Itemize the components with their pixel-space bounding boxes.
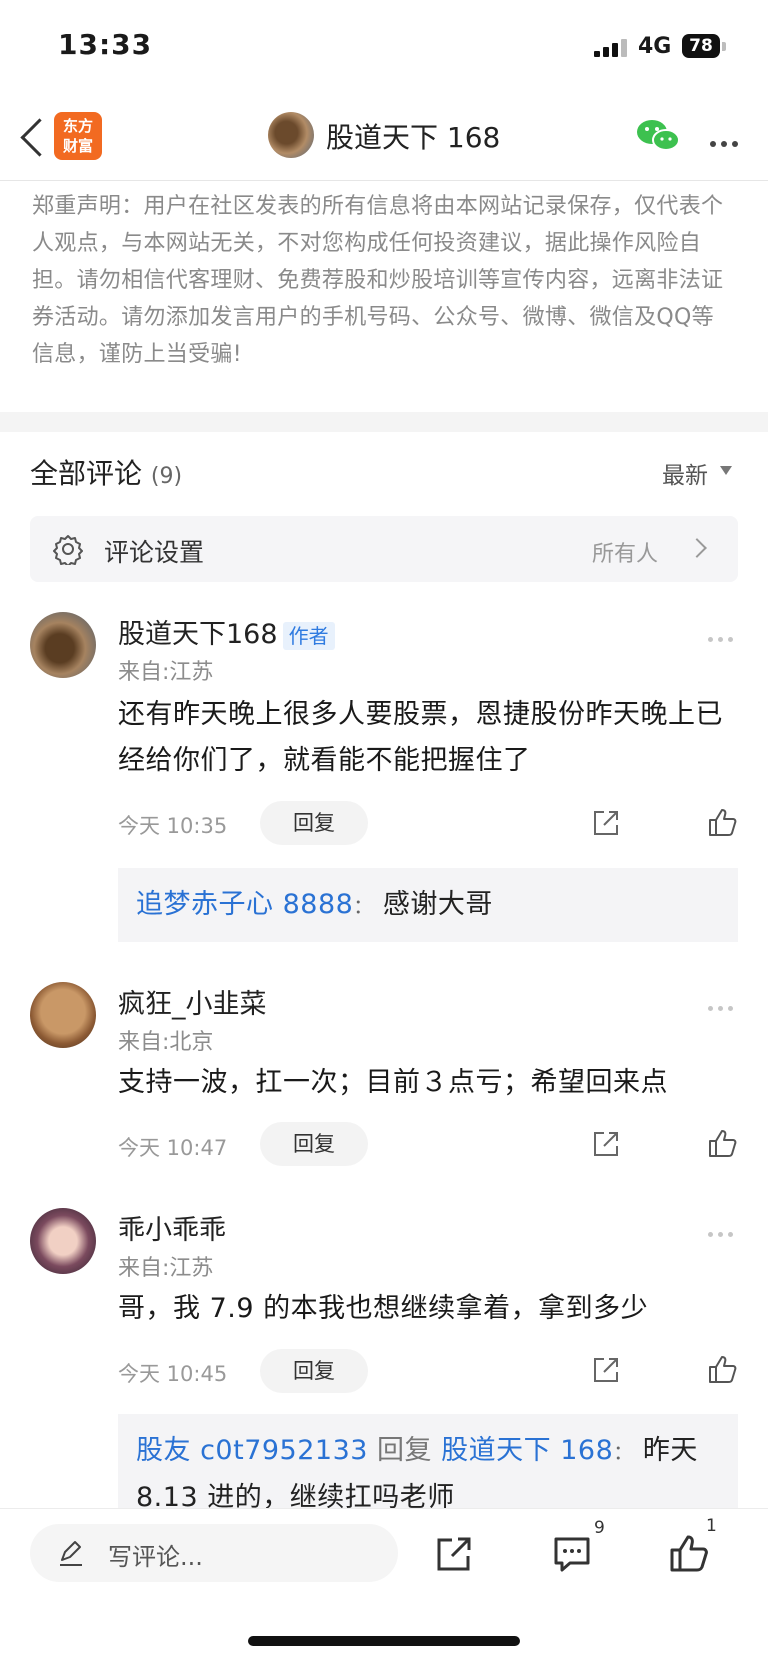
author-avatar[interactable] <box>268 112 314 158</box>
comment-text: 支持一波，扛一次；目前３点亏；希望回来点 <box>118 1067 668 1098</box>
reply-button[interactable]: 回复 <box>260 801 368 845</box>
reply-user[interactable]: 追梦赤子心 8888 <box>136 889 353 920</box>
comment-time: 今天 10:35 <box>118 814 228 838</box>
comment-time: 今天 10:47 <box>118 1136 228 1160</box>
comment-location: 来自:北京 <box>118 1030 214 1055</box>
like-icon[interactable] <box>706 806 738 838</box>
comment-icon[interactable] <box>552 1534 592 1574</box>
avatar[interactable] <box>30 1208 96 1274</box>
comment-more-icon[interactable] <box>708 627 738 646</box>
write-comment-placeholder[interactable]: 写评论... <box>108 1537 203 1572</box>
sort-selector[interactable]: 最新 <box>662 456 708 490</box>
comment-author[interactable]: 股道天下168 <box>118 619 278 650</box>
reply-text: 感谢大哥 <box>382 889 493 920</box>
like-icon[interactable] <box>706 1127 738 1159</box>
settings-value: 所有人 <box>592 542 659 567</box>
avatar[interactable] <box>30 982 96 1048</box>
bottom-divider <box>0 1508 768 1509</box>
status-time: 13:33 <box>58 28 153 61</box>
comment-location: 来自:江苏 <box>118 1256 214 1281</box>
reply-target[interactable]: 股道天下 168 <box>441 1435 613 1466</box>
wechat-icon[interactable] <box>636 118 680 154</box>
comment-more-icon[interactable] <box>708 996 738 1015</box>
comment-text: 还有昨天晚上很多人要股票，恩捷股份昨天晚上已经给你们了，就看能不能把握住了 <box>118 699 723 776</box>
share-icon[interactable] <box>434 1534 474 1574</box>
share-icon[interactable] <box>590 807 622 839</box>
share-icon[interactable] <box>590 1128 622 1160</box>
page-title[interactable]: 股道天下 168 <box>326 116 500 156</box>
reply-sep: ： <box>613 1440 634 1464</box>
more-horizontal-icon[interactable] <box>710 132 743 151</box>
disclaimer-text: 郑重声明：用户在社区发表的所有信息将由本网站记录保存，仅代表个人观点，与本网站无… <box>32 194 724 367</box>
comments-title: 全部评论 (9) <box>30 452 182 492</box>
comment-location: 来自:江苏 <box>118 660 214 685</box>
comment-author[interactable]: 疯狂_小韭菜 <box>118 982 267 1021</box>
comment-count-badge: 9 <box>594 1518 605 1538</box>
comment-text: 哥，我 7.9 的本我也想继续拿着，拿到多少 <box>118 1293 649 1324</box>
battery-tip <box>722 42 726 51</box>
pen-icon <box>60 1541 82 1566</box>
reply-user[interactable]: 股友 c0t7952133 <box>136 1435 368 1466</box>
comment-time: 今天 10:45 <box>118 1362 228 1386</box>
network-type: 4G <box>638 34 672 59</box>
like-count-badge: 1 <box>706 1516 717 1536</box>
author-badge: 作者 <box>282 622 335 650</box>
section-divider <box>0 412 768 432</box>
header-divider <box>0 180 768 181</box>
reply-button[interactable]: 回复 <box>260 1349 368 1393</box>
reply-line: 追梦赤子心 8888： 感谢大哥 <box>136 882 493 929</box>
comment-author[interactable]: 乖小乖乖 <box>118 1208 226 1247</box>
gear-icon <box>53 535 83 565</box>
like-icon[interactable] <box>668 1532 710 1574</box>
comments-title-label: 全部评论 <box>30 457 143 490</box>
battery-level: 78 <box>682 34 720 58</box>
reply-mid: 回复 <box>367 1435 442 1466</box>
settings-label: 评论设置 <box>104 538 205 567</box>
comment-more-icon[interactable] <box>708 1222 738 1241</box>
sort-caret-icon[interactable] <box>720 466 732 475</box>
comment-author-row: 股道天下168 作者 <box>118 612 335 651</box>
reply-text: 昨天 <box>642 1435 698 1466</box>
avatar[interactable] <box>30 612 96 678</box>
like-icon[interactable] <box>706 1353 738 1385</box>
home-indicator[interactable] <box>248 1636 520 1646</box>
signal-icon <box>594 38 630 57</box>
app-logo[interactable]: 东方 财富 <box>54 112 102 160</box>
back-chevron-icon[interactable] <box>20 118 59 157</box>
reply-button[interactable]: 回复 <box>260 1122 368 1166</box>
comments-count: (9) <box>150 464 183 489</box>
reply-sep: ： <box>353 894 374 918</box>
share-icon[interactable] <box>590 1354 622 1386</box>
